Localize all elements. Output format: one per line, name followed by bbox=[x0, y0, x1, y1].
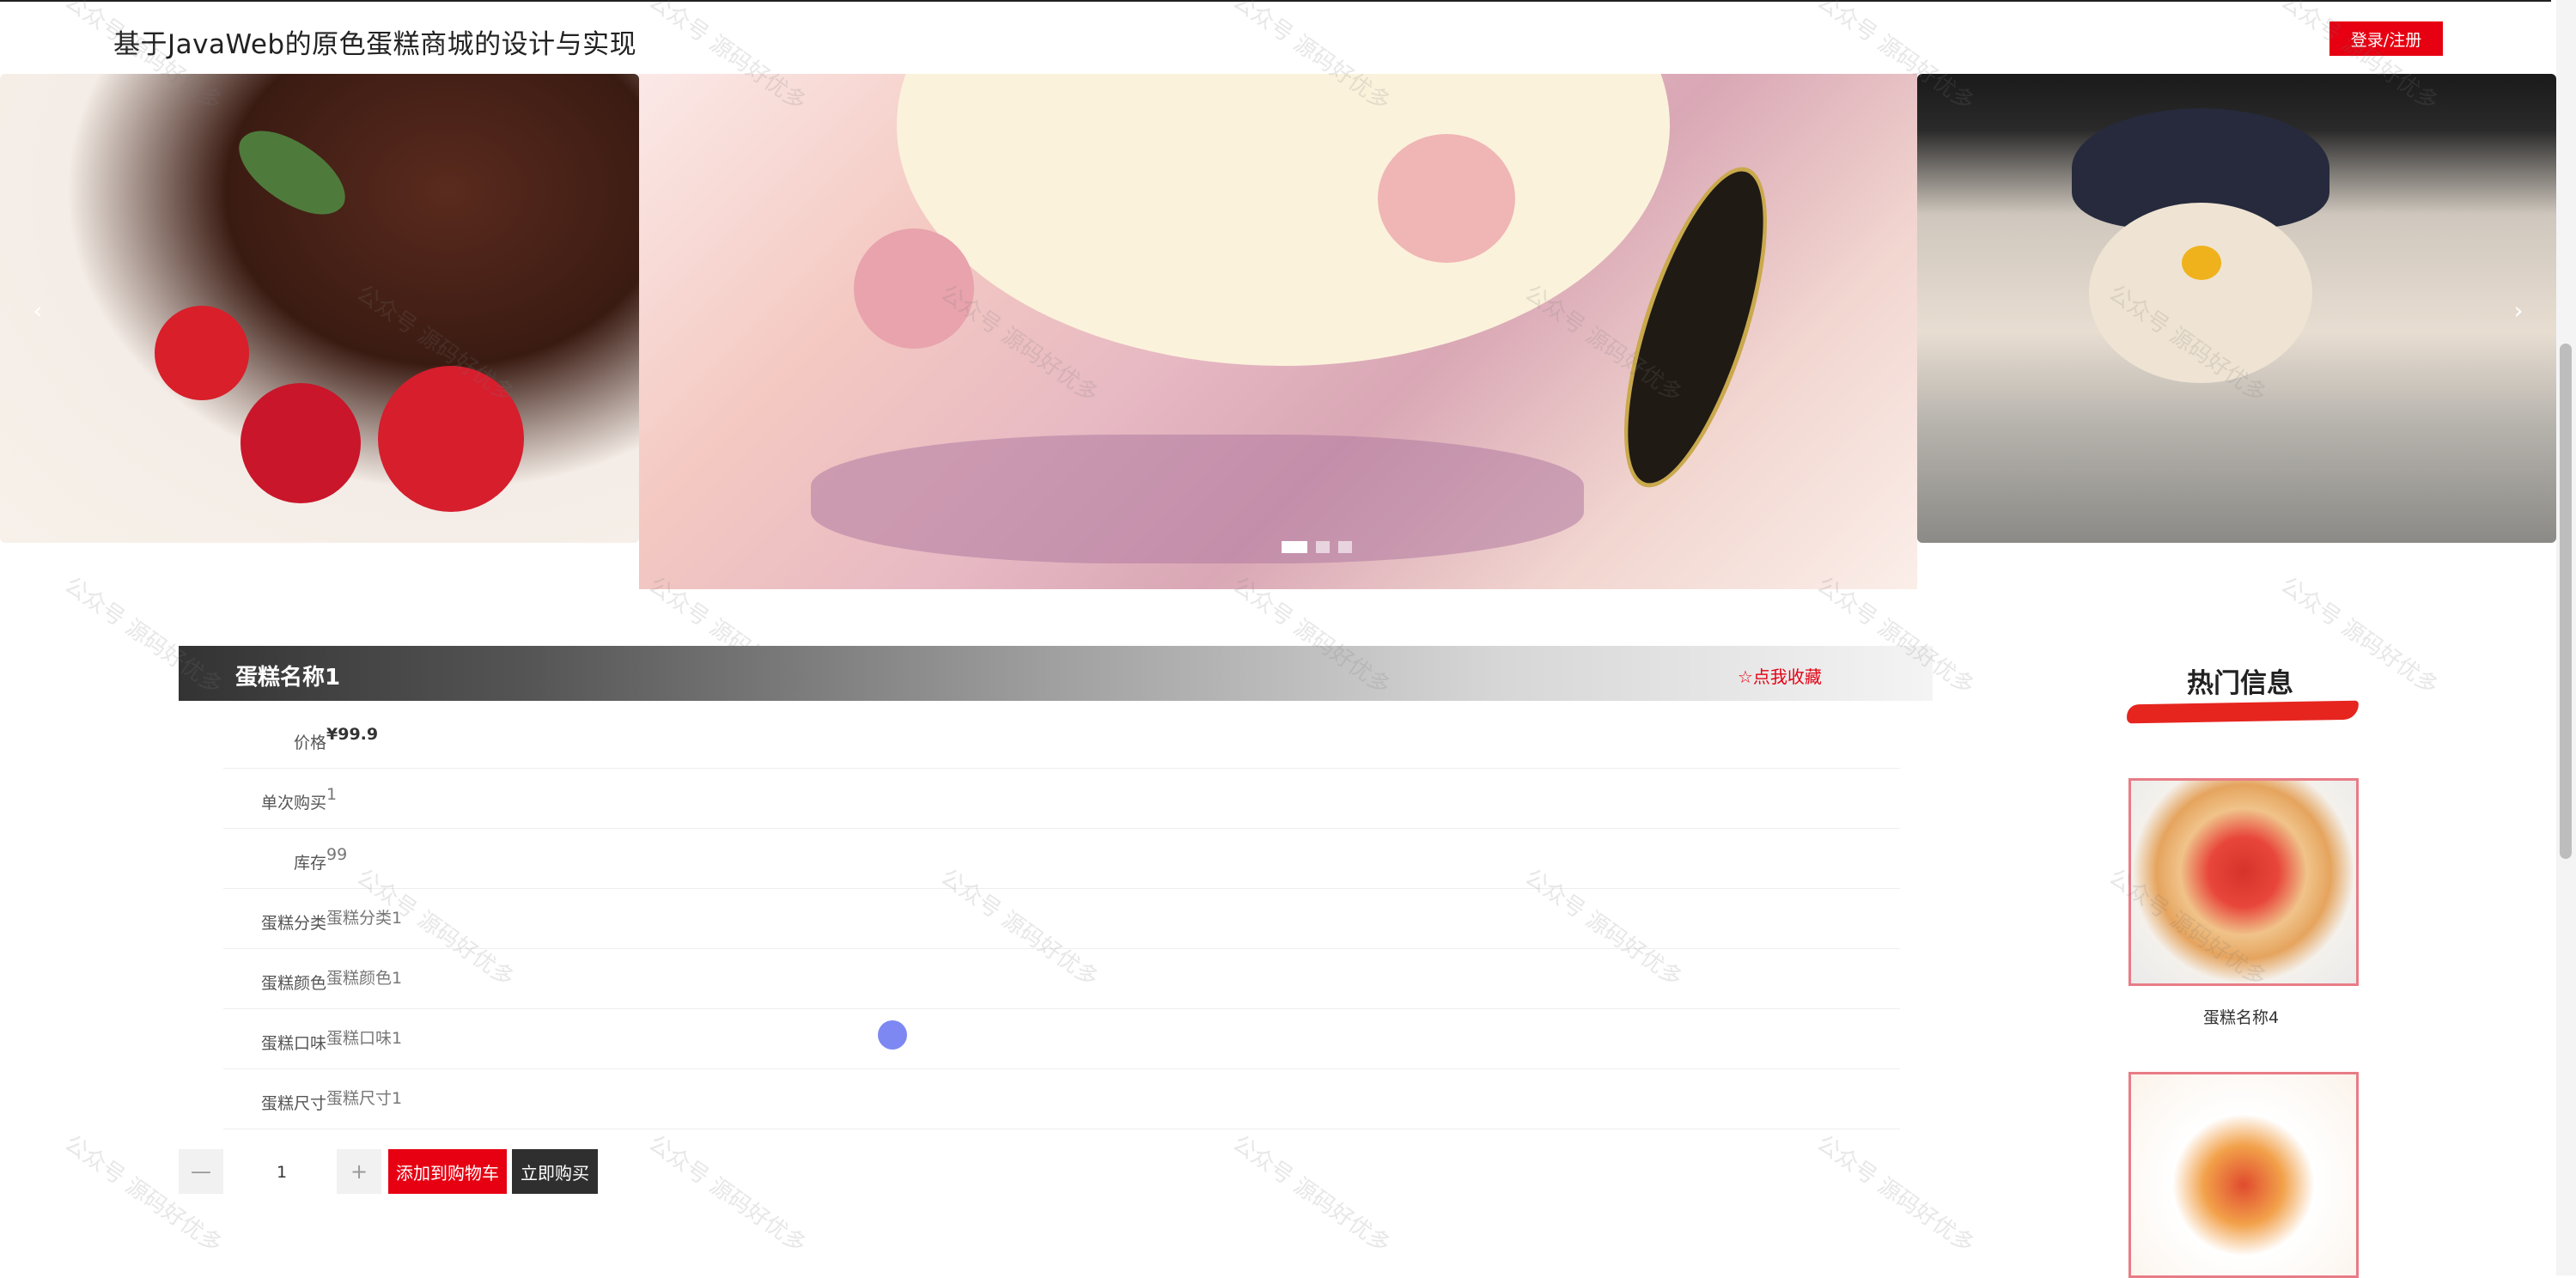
banner-carousel: ‹ › bbox=[0, 74, 2556, 589]
attr-label: 单次购买 bbox=[260, 794, 326, 812]
quantity-increase-button[interactable]: + bbox=[337, 1149, 381, 1194]
buy-now-button[interactable]: 立即购买 bbox=[512, 1149, 598, 1194]
hot-item-name[interactable]: 蛋糕名称4 bbox=[2128, 1005, 2354, 1028]
attr-value: 99 bbox=[326, 845, 348, 864]
login-register-button[interactable]: 登录/注册 bbox=[2329, 21, 2443, 56]
attr-label: 蛋糕尺寸 bbox=[260, 1094, 326, 1113]
carousel-dot[interactable] bbox=[1282, 541, 1307, 553]
site-title: 基于JavaWeb的原色蛋糕商城的设计与实现 bbox=[113, 29, 637, 60]
attr-label: 蛋糕颜色 bbox=[260, 974, 326, 993]
attr-label: 蛋糕分类 bbox=[260, 914, 326, 933]
page-scrollbar[interactable] bbox=[2556, 0, 2576, 1275]
watermark: 公众号 源码好优多 bbox=[1227, 1130, 1395, 1258]
rose-decoration bbox=[1378, 134, 1515, 263]
attr-row-color: 蛋糕颜色 蛋糕颜色1 bbox=[223, 948, 1900, 1009]
carousel-prev-arrow[interactable]: ‹ bbox=[21, 293, 55, 327]
plush-face-decoration bbox=[2089, 203, 2312, 383]
raspberry-decoration bbox=[241, 383, 361, 503]
carousel-slide-next[interactable] bbox=[1917, 74, 2556, 543]
product-title-bar: 蛋糕名称1 ☆点我收藏 bbox=[179, 646, 1933, 701]
attr-value: 蛋糕颜色1 bbox=[326, 969, 403, 988]
hot-item-image[interactable] bbox=[2128, 778, 2359, 986]
mint-leaf-decoration bbox=[226, 111, 358, 234]
carousel-dot[interactable] bbox=[1338, 541, 1352, 553]
product-name: 蛋糕名称1 bbox=[235, 665, 341, 691]
hot-title-underline bbox=[2126, 700, 2360, 724]
attr-label: 库存 bbox=[293, 854, 326, 873]
attr-value: 1 bbox=[326, 785, 338, 804]
beak-decoration bbox=[2182, 246, 2221, 280]
favorite-button[interactable]: ☆点我收藏 bbox=[1738, 663, 1822, 688]
attr-row-flavor: 蛋糕口味 蛋糕口味1 bbox=[223, 1008, 1900, 1069]
attr-value: 蛋糕分类1 bbox=[326, 909, 403, 928]
top-header: 基于JavaWeb的原色蛋糕商城的设计与实现 登录/注册 bbox=[0, 0, 2551, 76]
attr-label: 蛋糕口味 bbox=[260, 1034, 326, 1053]
attr-value: 蛋糕口味1 bbox=[326, 1029, 403, 1048]
attr-row-stock: 库存 99 bbox=[223, 828, 1900, 889]
raspberry-decoration bbox=[378, 366, 524, 512]
cake-frosting-band bbox=[811, 435, 1584, 563]
carousel-indicators bbox=[1282, 541, 1352, 553]
attr-row-price: 价格 ¥99.9 bbox=[223, 708, 1900, 769]
raspberry-decoration bbox=[155, 306, 249, 400]
scrollbar-thumb[interactable] bbox=[2560, 344, 2572, 859]
attr-row-category: 蛋糕分类 蛋糕分类1 bbox=[223, 888, 1900, 949]
add-to-cart-button[interactable]: 添加到购物车 bbox=[388, 1149, 507, 1194]
watermark: 公众号 源码好优多 bbox=[1812, 1130, 1979, 1258]
carousel-next-arrow[interactable]: › bbox=[2501, 293, 2536, 327]
attr-value: 蛋糕尺寸1 bbox=[326, 1089, 403, 1108]
attr-row-size: 蛋糕尺寸 蛋糕尺寸1 bbox=[223, 1068, 1900, 1129]
attr-value: ¥99.9 bbox=[326, 725, 379, 744]
attr-label: 价格 bbox=[293, 733, 326, 752]
hot-item-image[interactable] bbox=[2128, 1072, 2359, 1278]
hot-info-title: 热门信息 bbox=[2187, 668, 2293, 699]
attr-row-single-purchase: 单次购买 1 bbox=[223, 768, 1900, 829]
cake-top-decoration bbox=[897, 74, 1670, 366]
mouse-cursor-indicator bbox=[878, 1020, 907, 1050]
carousel-dot[interactable] bbox=[1316, 541, 1330, 553]
quantity-decrease-button[interactable]: — bbox=[179, 1149, 223, 1194]
quantity-input[interactable] bbox=[225, 1149, 338, 1196]
watermark: 公众号 源码好优多 bbox=[643, 1130, 811, 1258]
rose-decoration bbox=[854, 228, 974, 349]
carousel-slide-active[interactable] bbox=[639, 74, 1917, 589]
carousel-slide-prev[interactable] bbox=[0, 74, 639, 543]
